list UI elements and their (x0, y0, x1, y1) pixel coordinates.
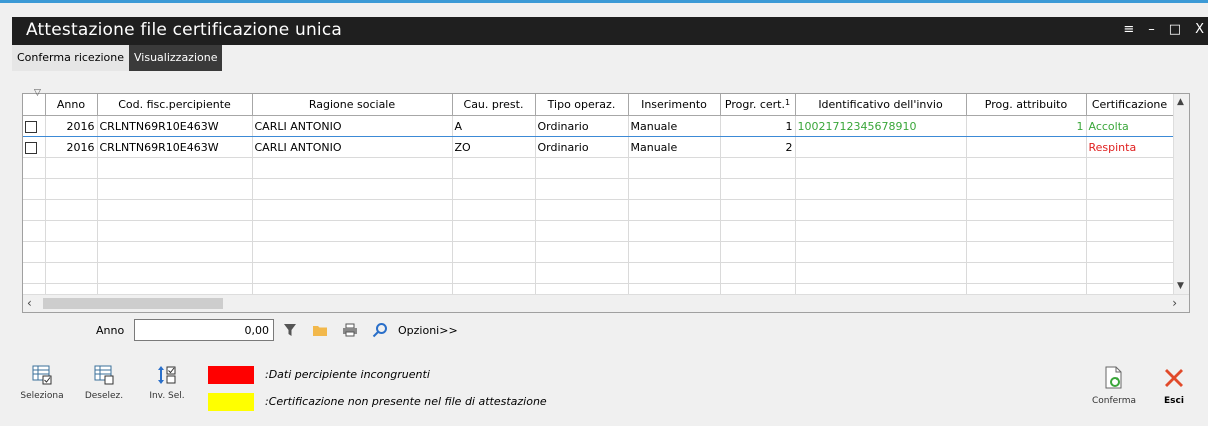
cell-progr-cert: 2 (720, 136, 796, 158)
cell-cod-fisc: CRLNTN69R10E463W (97, 136, 253, 158)
column-filter-icon[interactable]: ▽ (34, 88, 41, 98)
seleziona-label: Seleziona (20, 391, 64, 401)
minimize-icon[interactable]: – (1148, 22, 1155, 37)
deselez-label: Deselez. (84, 391, 124, 401)
cell-prog-attribuito (966, 136, 1087, 158)
filter-toolbar: Opzioni>> (282, 322, 458, 338)
tab-visualizzazione[interactable]: Visualizzazione (129, 45, 223, 71)
row-checkbox-cell[interactable] (23, 136, 46, 158)
close-icon[interactable]: X (1195, 22, 1204, 37)
empty-row (23, 178, 1174, 200)
row-checkbox[interactable] (25, 120, 37, 133)
column-header-tipo-operaz[interactable]: Tipo operaz. (535, 94, 629, 116)
column-header-certificazione[interactable]: Certificazione (1086, 94, 1174, 116)
grid-table: ▽ Anno Cod. fisc.percipiente Ragione soc… (23, 88, 1174, 305)
cell-inserimento: Manuale (628, 115, 721, 137)
column-header-cau-prest[interactable]: Cau. prest. (452, 94, 536, 116)
window-controls: ≡ – □ X (1123, 22, 1204, 37)
scroll-right-icon[interactable]: › (1172, 296, 1177, 310)
window-title: Attestazione file certificazione unica (26, 20, 343, 40)
row-checkbox[interactable] (25, 141, 37, 154)
horizontal-scroll-thumb[interactable] (43, 298, 223, 309)
cell-ragione-sociale: CARLI ANTONIO (252, 136, 453, 158)
esci-button[interactable]: Esci (1150, 364, 1198, 412)
cell-inserimento: Manuale (628, 136, 721, 158)
menu-icon[interactable]: ≡ (1123, 22, 1134, 37)
confirm-document-icon (1100, 364, 1128, 392)
cell-identificativo (795, 136, 967, 158)
select-grid-icon (29, 362, 55, 388)
scroll-down-icon[interactable]: ▼ (1177, 281, 1184, 291)
data-grid[interactable]: ▽ Anno Cod. fisc.percipiente Ragione soc… (22, 88, 1190, 313)
legend-swatch-red (208, 366, 254, 384)
opzioni-button[interactable]: Opzioni>> (398, 324, 458, 337)
folder-icon[interactable] (312, 322, 328, 338)
legend-text-incongruenti: :Dati percipiente incongruenti (265, 368, 430, 381)
empty-row (23, 220, 1174, 242)
cell-tipo-operaz: Ordinario (535, 136, 629, 158)
cell-tipo-operaz: Ordinario (535, 115, 629, 137)
cell-prog-attribuito: 1 (966, 115, 1087, 137)
cell-anno: 2016 (45, 136, 98, 158)
column-header-progr-cert[interactable]: Progr. cert.1 (720, 94, 796, 116)
tab-conferma-ricezione[interactable]: Conferma ricezione (12, 45, 129, 71)
horizontal-scrollbar[interactable]: ‹ › (23, 294, 1189, 312)
filter-bar: Anno Opzioni>> (96, 318, 458, 342)
cell-identificativo: 10021712345678910 (795, 115, 967, 137)
column-header-identificativo[interactable]: Identificativo dell'invio (795, 94, 967, 116)
sort-indicator: 1 (785, 98, 791, 107)
cell-progr-cert: 1 (720, 115, 796, 137)
column-header-inserimento[interactable]: Inserimento (628, 94, 721, 116)
column-header-cod-fisc[interactable]: Cod. fisc.percipiente (97, 94, 253, 116)
column-header-progr-cert-label: Progr. cert. (724, 98, 785, 111)
invert-selection-icon (154, 362, 180, 388)
title-bar: Attestazione file certificazione unica ≡… (12, 17, 1208, 45)
print-icon[interactable] (342, 322, 358, 338)
window-accent-line (0, 0, 1208, 3)
exit-x-icon (1160, 364, 1188, 392)
select-column-header[interactable]: ▽ (23, 88, 46, 116)
cell-certificazione: Respinta (1086, 136, 1174, 158)
esci-label: Esci (1164, 396, 1184, 406)
empty-row (23, 262, 1174, 284)
column-header-ragione-sociale[interactable]: Ragione sociale (252, 94, 453, 116)
grid-header-row: ▽ Anno Cod. fisc.percipiente Ragione soc… (23, 88, 1174, 116)
scroll-left-icon[interactable]: ‹ (27, 296, 32, 310)
vertical-scrollbar[interactable]: ▲ ▼ (1173, 94, 1189, 294)
conferma-button[interactable]: Conferma (1090, 364, 1138, 412)
anno-filter-input[interactable] (134, 319, 274, 341)
column-header-prog-attribuito[interactable]: Prog. attribuito (966, 94, 1087, 116)
column-header-anno[interactable]: Anno (45, 94, 98, 116)
table-row[interactable]: 2016 CRLNTN69R10E463W CARLI ANTONIO ZO O… (23, 136, 1174, 158)
table-row[interactable]: 2016 CRLNTN69R10E463W CARLI ANTONIO A Or… (23, 115, 1174, 137)
search-icon[interactable] (372, 322, 388, 338)
cell-certificazione: Accolta (1086, 115, 1174, 137)
empty-row (23, 241, 1174, 263)
conferma-label: Conferma (1091, 396, 1137, 406)
cell-anno: 2016 (45, 115, 98, 137)
empty-row (23, 157, 1174, 179)
cell-cod-fisc: CRLNTN69R10E463W (97, 115, 253, 137)
cell-ragione-sociale: CARLI ANTONIO (252, 115, 453, 137)
tab-bar: Conferma ricezione Visualizzazione (12, 45, 223, 71)
empty-row (23, 199, 1174, 221)
deselez-button[interactable]: Deselez. (82, 362, 126, 408)
cell-cau-prest: A (452, 115, 536, 137)
cell-cau-prest: ZO (452, 136, 536, 158)
inv-sel-button[interactable]: Inv. Sel. (145, 362, 189, 408)
deselect-grid-icon (91, 362, 117, 388)
legend-swatch-yellow (208, 393, 254, 411)
anno-filter-label: Anno (96, 323, 125, 337)
inv-sel-label: Inv. Sel. (149, 391, 185, 401)
scroll-up-icon[interactable]: ▲ (1177, 97, 1184, 107)
row-checkbox-cell[interactable] (23, 115, 46, 137)
filter-icon[interactable] (282, 322, 298, 338)
seleziona-button[interactable]: Seleziona (20, 362, 64, 408)
legend-text-non-presente: :Certificazione non presente nel file di… (265, 395, 547, 408)
maximize-icon[interactable]: □ (1169, 22, 1181, 37)
